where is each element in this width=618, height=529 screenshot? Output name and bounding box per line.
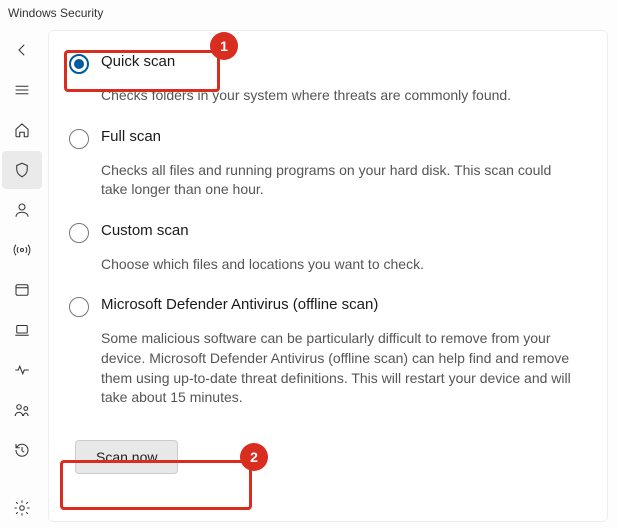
option-label: Microsoft Defender Antivirus (offline sc… bbox=[101, 296, 378, 313]
radio-full-scan[interactable] bbox=[69, 129, 89, 149]
option-quick-scan[interactable]: Quick scan bbox=[63, 49, 593, 78]
history-icon bbox=[13, 441, 31, 459]
option-label: Full scan bbox=[101, 128, 161, 145]
option-full-scan[interactable]: Full scan bbox=[63, 124, 593, 153]
nav-device-performance[interactable] bbox=[2, 351, 42, 389]
broadcast-icon bbox=[13, 241, 31, 259]
window-icon bbox=[13, 281, 31, 299]
option-custom-scan[interactable]: Custom scan bbox=[63, 218, 593, 247]
option-desc: Choose which files and locations you wan… bbox=[101, 255, 581, 275]
option-label: Custom scan bbox=[101, 222, 189, 239]
scan-now-button[interactable]: Scan now bbox=[75, 440, 178, 474]
laptop-icon bbox=[13, 321, 31, 339]
heart-rate-icon bbox=[13, 361, 31, 379]
gear-icon bbox=[13, 499, 31, 517]
nav-protection-history[interactable] bbox=[2, 431, 42, 469]
option-desc: Checks all files and running programs on… bbox=[101, 161, 581, 200]
option-offline-scan[interactable]: Microsoft Defender Antivirus (offline sc… bbox=[63, 292, 593, 321]
scan-options-panel: Quick scan Checks folders in your system… bbox=[48, 30, 608, 522]
option-label: Quick scan bbox=[101, 53, 175, 70]
hamburger-icon bbox=[13, 81, 31, 99]
nav-settings[interactable] bbox=[2, 489, 42, 527]
home-icon bbox=[13, 121, 31, 139]
family-icon bbox=[13, 401, 31, 419]
arrow-left-icon bbox=[13, 41, 31, 59]
menu-button[interactable] bbox=[2, 71, 42, 109]
nav-device-security[interactable] bbox=[2, 311, 42, 349]
nav-account-protection[interactable] bbox=[2, 191, 42, 229]
nav-app-browser[interactable] bbox=[2, 271, 42, 309]
app-title: Windows Security bbox=[8, 6, 103, 20]
person-icon bbox=[13, 201, 31, 219]
radio-custom-scan[interactable] bbox=[69, 223, 89, 243]
nav-family-options[interactable] bbox=[2, 391, 42, 429]
radio-offline-scan[interactable] bbox=[69, 297, 89, 317]
nav-firewall[interactable] bbox=[2, 231, 42, 269]
option-desc: Checks folders in your system where thre… bbox=[101, 86, 581, 106]
nav-virus-protection[interactable] bbox=[2, 151, 42, 189]
shield-icon bbox=[13, 161, 31, 179]
nav-home[interactable] bbox=[2, 111, 42, 149]
option-desc: Some malicious software can be particula… bbox=[101, 329, 581, 407]
back-button[interactable] bbox=[2, 31, 42, 69]
radio-quick-scan[interactable] bbox=[69, 54, 89, 74]
sidebar bbox=[0, 30, 44, 528]
